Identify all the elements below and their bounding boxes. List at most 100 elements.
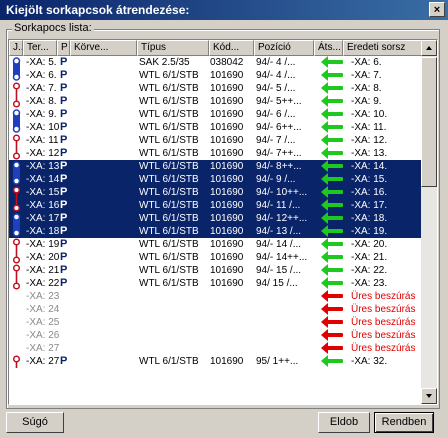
arrow-left-icon <box>321 225 343 237</box>
arrow-left-icon <box>321 238 343 250</box>
table-row[interactable]: -XA: 10. P WTL 6/1/STB 101690 94/- 6++... -XA… <box>9 121 423 134</box>
arrow-left-icon <box>321 316 343 328</box>
scrollbar-thumb[interactable] <box>421 57 437 187</box>
column-header-kod[interactable]: Kód... <box>209 40 254 56</box>
table-row[interactable]: -XA: 21. P WTL 6/1/STB 101690 94/- 15 /... -X… <box>9 264 423 277</box>
position-cell <box>256 303 314 316</box>
position-cell: 94/- 4 /... <box>256 57 296 68</box>
original-order-cell: -XA: 19. <box>351 226 388 237</box>
table-row[interactable]: -XA: 23. Üres beszúrás <box>9 290 423 303</box>
table-row[interactable]: -XA: 8. P WTL 6/1/STB 101690 94/- 5++... -XA:… <box>9 95 423 108</box>
jumper-connector-icon <box>11 147 23 160</box>
ok-button[interactable]: Rendben <box>374 412 434 433</box>
column-header-j[interactable]: J... <box>9 40 23 56</box>
p-flag: P <box>60 251 68 263</box>
column-header-ter[interactable]: Ter... <box>23 40 57 56</box>
arrow-left-icon <box>321 82 343 94</box>
position-cell <box>256 290 314 303</box>
bridge-connector-icon <box>11 225 23 238</box>
type-cell: WTL 6/1/STB <box>139 265 199 276</box>
table-row[interactable]: -XA: 18. P WTL 6/1/STB 101690 94/- 13 /... -X… <box>9 225 423 238</box>
code-cell: 101690 <box>210 70 244 81</box>
position-cell <box>256 342 314 355</box>
code-cell <box>210 329 254 342</box>
bridge-connector-icon <box>11 212 23 225</box>
terminal-label: -XA: 27. <box>26 343 59 354</box>
table-row[interactable]: -XA: 26. Üres beszúrás <box>9 329 423 342</box>
table-row[interactable]: -XA: 14. P WTL 6/1/STB 101690 94/- 9 /... -XA… <box>9 173 423 186</box>
table-row[interactable]: -XA: 15. P WTL 6/1/STB 101690 94/- 10++... -X… <box>9 186 423 199</box>
p-flag: P <box>60 56 68 68</box>
help-button[interactable]: Súgó <box>6 412 64 433</box>
column-header-ats[interactable]: Áts... <box>314 40 343 56</box>
table-row[interactable]: -XA: 22. P WTL 6/1/STB 101690 94/ 15 /... -XA… <box>9 277 423 290</box>
position-cell <box>256 329 314 342</box>
arrow-left-icon <box>321 186 343 198</box>
original-order-cell: -XA: 8. <box>351 83 382 94</box>
position-cell: 94/- 6++... <box>256 122 302 133</box>
original-order-cell: -XA: 11. <box>351 122 387 133</box>
table-row[interactable]: -XA: 20. P WTL 6/1/STB 101690 94/- 14++... -X… <box>9 251 423 264</box>
code-cell: 101690 <box>210 265 244 276</box>
column-header-p[interactable]: P <box>57 40 70 56</box>
code-cell: 101690 <box>210 148 244 159</box>
arrow-up-icon <box>426 46 432 50</box>
code-cell: 101690 <box>210 239 244 250</box>
column-header-tipus[interactable]: Típus <box>137 40 209 56</box>
code-cell: 101690 <box>210 278 244 289</box>
bridge-connector-icon <box>11 121 23 134</box>
table-row[interactable]: -XA: 27. Üres beszúrás <box>9 342 423 355</box>
position-cell <box>256 316 314 329</box>
type-cell: WTL 6/1/STB <box>139 161 199 172</box>
table-row[interactable]: -XA: 7. P WTL 6/1/STB 101690 94/- 5 /... -XA:… <box>9 82 423 95</box>
position-cell: 94/- 9 /... <box>256 174 296 185</box>
arrow-left-icon <box>321 277 343 289</box>
column-header-korve[interactable]: Körve... <box>70 40 137 56</box>
p-flag: P <box>60 186 68 198</box>
arrow-left-icon <box>321 251 343 263</box>
original-order-cell: Üres beszúrás <box>351 317 416 328</box>
terminal-label: -XA: 5. <box>26 57 57 68</box>
group-label: Sorkapocs lista: <box>12 22 94 34</box>
table-row[interactable]: -XA: 27. P WTL 6/1/STB 101690 95/ 1++... -XA:… <box>9 355 423 368</box>
terminal-label: -XA: 27. <box>26 356 59 367</box>
table-row[interactable]: -XA: 9. P WTL 6/1/STB 101690 94/- 6 /... -XA:… <box>9 108 423 121</box>
table-row[interactable]: -XA: 6. P WTL 6/1/STB 101690 94/- 4 /... -XA:… <box>9 69 423 82</box>
position-cell: 94/- 8++... <box>256 161 302 172</box>
original-order-cell: -XA: 23. <box>351 278 388 289</box>
close-button[interactable]: × <box>429 2 445 17</box>
terminal-label: -XA: 26. <box>26 330 59 341</box>
table-row[interactable]: -XA: 17. P WTL 6/1/STB 101690 94/- 12++... -X… <box>9 212 423 225</box>
original-order-cell: -XA: 13. <box>351 148 388 159</box>
position-cell: 94/- 5 /... <box>256 83 296 94</box>
terminal-label: -XA: 20. <box>26 252 59 263</box>
window-title: Kiejölt sorkapcsok átrendezése: <box>6 3 190 17</box>
code-cell <box>210 342 254 355</box>
table-row[interactable]: -XA: 25. Üres beszúrás <box>9 316 423 329</box>
table-row[interactable]: -XA: 16. P WTL 6/1/STB 101690 94/- 11 /... -X… <box>9 199 423 212</box>
scroll-down-button[interactable] <box>421 388 437 404</box>
terminal-label: -XA: 17. <box>26 213 59 224</box>
terminal-list[interactable]: J... Ter... P Körve... Típus Kód... Pozí… <box>8 39 438 405</box>
arrow-left-icon <box>321 173 343 185</box>
table-row[interactable]: -XA: 11. P WTL 6/1/STB 101690 94/- 7 /... -XA… <box>9 134 423 147</box>
jumper-connector-icon <box>11 355 23 368</box>
table-row[interactable]: -XA: 24. Üres beszúrás <box>9 303 423 316</box>
column-header-eredeti[interactable]: Eredeti sorsz <box>343 40 423 56</box>
cancel-button[interactable]: Eldob <box>318 412 370 433</box>
arrow-down-icon <box>426 394 432 398</box>
p-flag <box>60 290 70 303</box>
type-cell: WTL 6/1/STB <box>139 109 199 120</box>
type-cell: WTL 6/1/STB <box>139 96 199 107</box>
position-cell: 94/- 14++... <box>256 252 308 263</box>
table-row[interactable]: -XA: 19. P WTL 6/1/STB 101690 94/- 14 /... -X… <box>9 238 423 251</box>
table-row[interactable]: -XA: 5. P SAK 2.5/35 038042 94/- 4 /... -XA: … <box>9 56 423 69</box>
vertical-scrollbar[interactable] <box>421 40 437 404</box>
terminal-label: -XA: 14. <box>26 174 59 185</box>
scroll-up-button[interactable] <box>421 40 437 56</box>
table-row[interactable]: -XA: 12. P WTL 6/1/STB 101690 94/- 7++... -XA… <box>9 147 423 160</box>
type-cell: WTL 6/1/STB <box>139 135 199 146</box>
column-header-pozicio[interactable]: Pozíció <box>254 40 314 56</box>
table-row[interactable]: -XA: 13. P WTL 6/1/STB 101690 94/- 8++... -XA… <box>9 160 423 173</box>
terminal-label: -XA: 13. <box>26 161 59 172</box>
